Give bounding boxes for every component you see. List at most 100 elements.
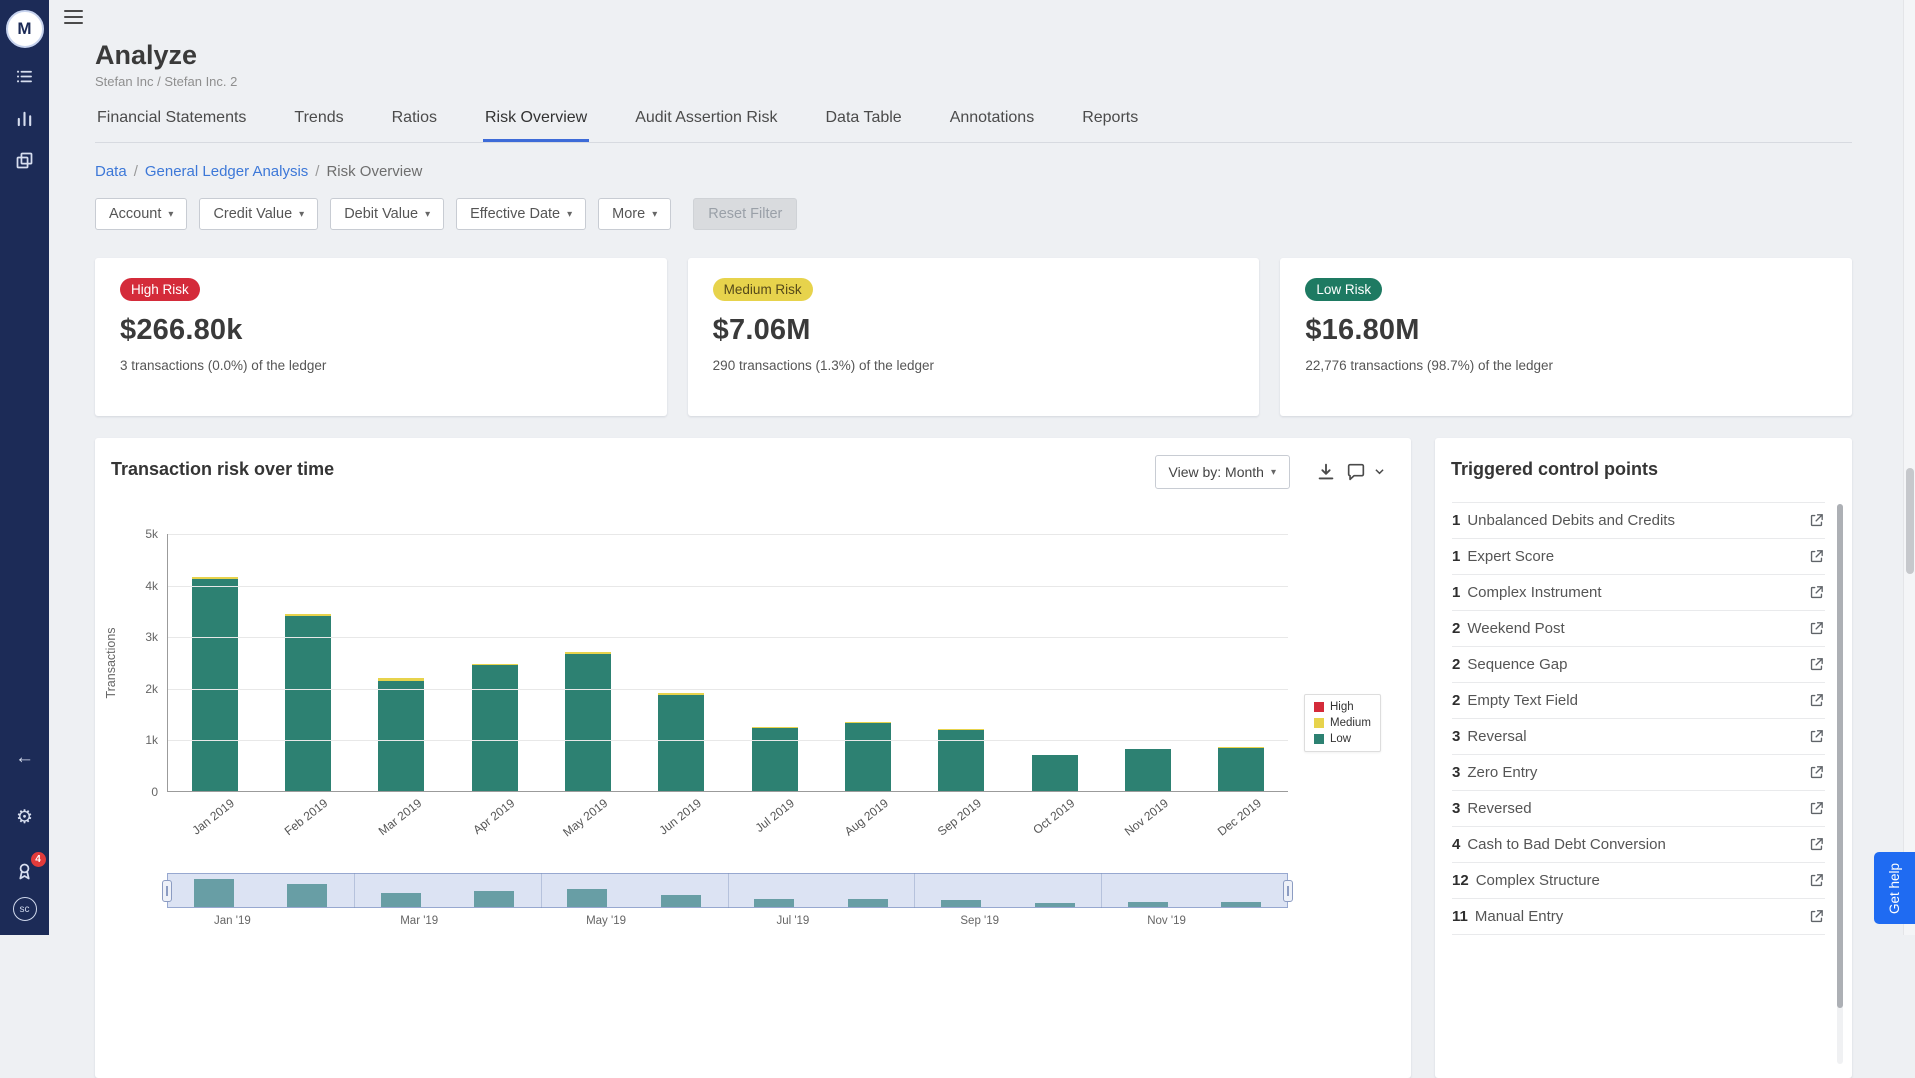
external-link-icon[interactable] (1807, 800, 1825, 818)
legend-item-high[interactable]: High (1314, 701, 1371, 713)
avatar[interactable]: sc (12, 897, 37, 921)
settings-gear-icon[interactable]: ⚙ (11, 803, 39, 831)
external-link-icon[interactable] (1807, 692, 1825, 710)
bar-sep-2019-low[interactable] (938, 730, 985, 791)
app-logo-letter: M (17, 19, 32, 38)
comment-icon[interactable] (1344, 460, 1368, 484)
view-by-dropdown[interactable]: View by: Month ▾ (1154, 455, 1290, 489)
menu-icon[interactable] (64, 10, 83, 28)
bar-oct-2019-low[interactable] (1031, 754, 1078, 791)
filter-label: Account (109, 206, 162, 222)
scrollbar-thumb[interactable] (1837, 504, 1843, 1008)
bar-stack[interactable] (284, 613, 331, 791)
bar-slot: Dec 2019 (1195, 534, 1288, 839)
bar-dec-2019-low[interactable] (1218, 747, 1265, 791)
bar-nov-2019-low[interactable] (1124, 748, 1171, 791)
filter-credit-value[interactable]: Credit Value ▾ (199, 198, 319, 230)
legend-item-medium[interactable]: Medium (1314, 717, 1371, 729)
filter-effective-date[interactable]: Effective Date ▾ (456, 198, 587, 230)
y-axis-tick: 4k (145, 578, 158, 593)
navigator-left-handle[interactable] (162, 879, 172, 902)
bar-stack[interactable] (751, 727, 798, 791)
bar-stack[interactable] (844, 722, 891, 791)
tab-risk-overview[interactable]: Risk Overview (482, 105, 590, 142)
transaction-risk-chart-card: Transaction risk over time View by: Mont… (95, 438, 1411, 1078)
award-notifications-icon[interactable]: 4 (11, 852, 46, 885)
ledger-list-icon[interactable] (11, 62, 39, 90)
bar-stack[interactable] (658, 693, 705, 791)
download-icon[interactable] (1314, 460, 1338, 484)
sidebar-bottom: ← ⚙ 4 sc (11, 729, 46, 921)
chart-title: Transaction risk over time (111, 459, 335, 479)
legend-item-low[interactable]: Low (1314, 733, 1371, 745)
page-scrollbar-thumb[interactable] (1906, 468, 1914, 574)
collapse-back-icon[interactable]: ← (11, 743, 39, 771)
bar-chart-icon[interactable] (11, 104, 39, 132)
external-link-icon[interactable] (1807, 656, 1825, 674)
external-link-icon[interactable] (1807, 764, 1825, 782)
bar-feb-2019-low[interactable] (284, 615, 331, 791)
filter-debit-value[interactable]: Debit Value ▾ (330, 198, 445, 230)
risk-badge: High Risk (120, 278, 200, 301)
tab-reports[interactable]: Reports (1080, 105, 1140, 142)
external-link-icon[interactable] (1807, 584, 1825, 602)
external-link-icon[interactable] (1807, 548, 1825, 566)
bar-mar-2019-low[interactable] (378, 680, 425, 791)
navigator-right-handle[interactable] (1283, 879, 1293, 902)
bar-jul-2019-low[interactable] (751, 728, 798, 791)
risk-detail: 3 transactions (0.0%) of the ledger (120, 358, 327, 373)
control-point-count: 1 (1452, 512, 1461, 529)
control-point-count: 2 (1452, 692, 1461, 709)
bar-stack[interactable] (938, 729, 985, 791)
legend-label: Low (1330, 733, 1352, 745)
bar-stack[interactable] (1031, 754, 1078, 791)
external-link-icon[interactable] (1807, 728, 1825, 746)
filter-more[interactable]: More ▾ (598, 198, 672, 230)
filter-account[interactable]: Account ▾ (95, 198, 188, 230)
y-axis-tick: 0 (151, 785, 158, 799)
external-link-icon[interactable] (1807, 908, 1825, 926)
bar-stack[interactable] (1218, 747, 1265, 791)
bar-stack[interactable] (471, 663, 518, 791)
tab-audit-assertion-risk[interactable]: Audit Assertion Risk (633, 105, 779, 142)
app-logo[interactable]: M (5, 10, 44, 48)
windows-overlap-icon[interactable] (11, 146, 39, 174)
breadcrumb-link-data[interactable]: Data (95, 163, 127, 180)
filter-label: Debit Value (344, 206, 419, 222)
bar-stack[interactable] (191, 577, 238, 791)
risk-card-medium-risk: Medium Risk $7.06M 290 transactions (1.3%)… (687, 258, 1260, 416)
bar-jan-2019-low[interactable] (191, 579, 238, 791)
breadcrumb-link-general-ledger-analysis[interactable]: General Ledger Analysis (145, 163, 308, 180)
tab-trends[interactable]: Trends (292, 105, 345, 142)
bar-jun-2019-low[interactable] (658, 694, 705, 791)
reset-filter-button[interactable]: Reset Filter (693, 198, 798, 230)
external-link-icon[interactable] (1807, 872, 1825, 890)
caret-down-icon: ▾ (168, 208, 174, 220)
bar-stack[interactable] (564, 651, 611, 791)
bar-stack[interactable] (378, 678, 425, 791)
bar-may-2019-low[interactable] (564, 654, 611, 791)
tab-financial-statements[interactable]: Financial Statements (95, 105, 248, 142)
tab-annotations[interactable]: Annotations (948, 105, 1037, 142)
bar-stack[interactable] (1124, 748, 1171, 791)
navigator-tick (353, 873, 355, 908)
breadcrumb: Data / General Ledger Analysis / Risk Overvi… (95, 163, 1852, 180)
external-link-icon[interactable] (1807, 620, 1825, 638)
tabs: Financial Statements Trends Ratios Risk Ove… (95, 105, 1852, 143)
external-link-icon[interactable] (1807, 836, 1825, 854)
get-help-tab[interactable]: Get help (1874, 852, 1915, 924)
chevron-down-icon[interactable] (1373, 465, 1385, 477)
bar-apr-2019-low[interactable] (471, 665, 518, 791)
x-axis-label: Nov 2019 (1121, 796, 1171, 839)
range-navigator[interactable] (162, 873, 1293, 908)
navigator-axis-label: May '19 (586, 915, 627, 927)
page-scrollbar[interactable] (1903, 0, 1915, 935)
control-point-label: Complex Instrument (1467, 584, 1602, 601)
control-point-count: 4 (1452, 836, 1461, 853)
tab-data-table[interactable]: Data Table (823, 105, 903, 142)
tab-ratios[interactable]: Ratios (390, 105, 439, 142)
control-points-scrollbar[interactable] (1837, 504, 1843, 1064)
y-axis-tick: 5k (145, 527, 158, 541)
external-link-icon[interactable] (1807, 512, 1825, 530)
bar-aug-2019-low[interactable] (844, 722, 891, 791)
